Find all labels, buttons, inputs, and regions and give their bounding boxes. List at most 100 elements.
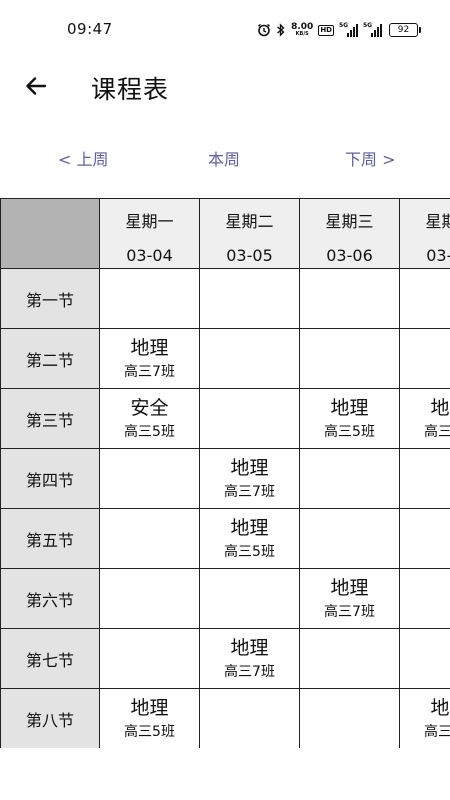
- arrow-left-icon: [26, 77, 47, 95]
- timetable-grid: 星期一03-04星期二03-05星期三03-06星期四03-07 第一节第二节地…: [0, 198, 450, 748]
- course-slot[interactable]: [400, 569, 450, 629]
- course-slot[interactable]: 地理高三7班: [100, 329, 200, 389]
- signal-label: 5G: [339, 22, 349, 29]
- course-slot[interactable]: 安全高三5班: [100, 389, 200, 449]
- signal-icon: 5G: [339, 22, 358, 37]
- period-label: 第六节: [1, 569, 100, 629]
- timetable-scroll[interactable]: 星期一03-04星期二03-05星期三03-06星期四03-07 第一节第二节地…: [0, 198, 450, 748]
- speed-unit: KB/S: [295, 31, 309, 37]
- course-subject: 地理: [230, 516, 269, 539]
- course-subject: 地理: [230, 456, 269, 479]
- day-header: 星期一 03-04: [100, 199, 200, 269]
- course-slot[interactable]: [400, 449, 450, 509]
- table-row: 第七节 地理高三7班: [1, 629, 450, 689]
- table-row: 第八节地理高三5班地理高三5班: [1, 689, 450, 748]
- day-date: 03-05: [226, 246, 273, 265]
- bluetooth-icon: [276, 23, 286, 37]
- network-speed: 8.00 KB/S: [291, 23, 313, 37]
- course-slot[interactable]: [400, 629, 450, 689]
- period-label: 第八节: [1, 689, 100, 748]
- course-subject: 地理: [430, 696, 450, 719]
- course-slot[interactable]: 地理高三5班: [100, 689, 200, 748]
- course-subject: 地理: [130, 696, 169, 719]
- status-time: 09:47: [67, 20, 113, 38]
- status-icons: 8.00 KB/S HD 5G 5G 92: [257, 21, 421, 39]
- course-class: 高三5班: [424, 423, 450, 440]
- course-slot[interactable]: [200, 689, 300, 748]
- course-slot[interactable]: [200, 569, 300, 629]
- course-slot[interactable]: [200, 269, 300, 329]
- course-class: 高三7班: [124, 363, 175, 380]
- day-name: 星期二: [225, 212, 274, 231]
- course-slot[interactable]: [400, 329, 450, 389]
- period-label: 第三节: [1, 389, 100, 449]
- course-slot[interactable]: [100, 509, 200, 569]
- back-button[interactable]: [18, 68, 54, 104]
- day-date: 03-06: [326, 246, 373, 265]
- course-slot[interactable]: [100, 629, 200, 689]
- course-slot[interactable]: [200, 389, 300, 449]
- alarm-icon: [257, 23, 271, 37]
- course-slot[interactable]: [200, 329, 300, 389]
- course-slot[interactable]: [300, 329, 400, 389]
- day-name: 星期四: [425, 212, 450, 231]
- course-slot[interactable]: 地理高三7班: [200, 629, 300, 689]
- week-nav: < 上周 本周 下周 >: [0, 146, 450, 170]
- course-class: 高三7班: [224, 663, 275, 680]
- course-class: 高三7班: [224, 483, 275, 500]
- table-row: 第四节 地理高三7班: [1, 449, 450, 509]
- course-subject: 地理: [330, 396, 369, 419]
- course-slot[interactable]: [400, 509, 450, 569]
- course-subject: 地理: [130, 336, 169, 359]
- app-header: 课程表: [0, 60, 450, 112]
- day-date: 03-04: [126, 246, 173, 265]
- table-corner: [1, 199, 100, 269]
- course-subject: 地理: [230, 636, 269, 659]
- signal-label-2: 5G: [363, 22, 373, 29]
- period-label: 第五节: [1, 509, 100, 569]
- course-class: 高三5班: [424, 723, 450, 740]
- prev-week-link[interactable]: < 上周: [58, 146, 109, 170]
- table-header-row: 星期一 03-04 星期二 03-05 星期三 03-06 星期四 03-07: [1, 199, 450, 269]
- next-week-link[interactable]: 下周 >: [345, 146, 396, 170]
- period-label: 第七节: [1, 629, 100, 689]
- course-slot[interactable]: [100, 449, 200, 509]
- course-subject: 地理: [330, 576, 369, 599]
- period-label: 第二节: [1, 329, 100, 389]
- course-slot[interactable]: [300, 689, 400, 748]
- course-class: 高三5班: [124, 723, 175, 740]
- course-slot[interactable]: 地理高三7班: [300, 569, 400, 629]
- course-slot[interactable]: [300, 509, 400, 569]
- course-slot[interactable]: 地理高三5班: [400, 689, 450, 748]
- course-slot[interactable]: [400, 269, 450, 329]
- course-slot[interactable]: 地理高三7班: [200, 449, 300, 509]
- course-class: 高三5班: [124, 423, 175, 440]
- table-row: 第二节 地理 高三7班: [1, 329, 450, 389]
- course-slot[interactable]: 地理高三5班: [200, 509, 300, 569]
- course-slot[interactable]: 地理高三5班: [300, 389, 400, 449]
- course-class: 高三5班: [224, 543, 275, 560]
- course-slot[interactable]: 地理高三5班: [400, 389, 450, 449]
- current-week-link[interactable]: 本周: [208, 146, 240, 170]
- day-name: 星期一: [125, 212, 174, 231]
- course-slot[interactable]: [300, 629, 400, 689]
- course-class: 高三7班: [324, 603, 375, 620]
- day-header: 星期二 03-05: [200, 199, 300, 269]
- course-subject: 安全: [130, 396, 169, 419]
- battery-icon: 92: [389, 23, 421, 37]
- day-header: 星期四 03-07: [400, 199, 450, 269]
- table-row: 第六节 地理高三7班: [1, 569, 450, 629]
- course-subject: 地理: [430, 396, 450, 419]
- page-title: 课程表: [91, 75, 170, 104]
- table-row: 第五节 地理高三5班: [1, 509, 450, 569]
- period-label: 第四节: [1, 449, 100, 509]
- table-row: 第三节安全高三5班地理高三5班地理高三5班: [1, 389, 450, 449]
- table-row: 第一节: [1, 269, 450, 329]
- status-bar: 09:47 8.00 KB/S HD 5G 5G 92: [0, 0, 450, 60]
- course-slot[interactable]: [100, 569, 200, 629]
- course-slot[interactable]: [300, 449, 400, 509]
- course-slot[interactable]: [300, 269, 400, 329]
- signal-icon-2: 5G: [363, 22, 382, 37]
- day-name: 星期三: [325, 212, 374, 231]
- course-slot[interactable]: [100, 269, 200, 329]
